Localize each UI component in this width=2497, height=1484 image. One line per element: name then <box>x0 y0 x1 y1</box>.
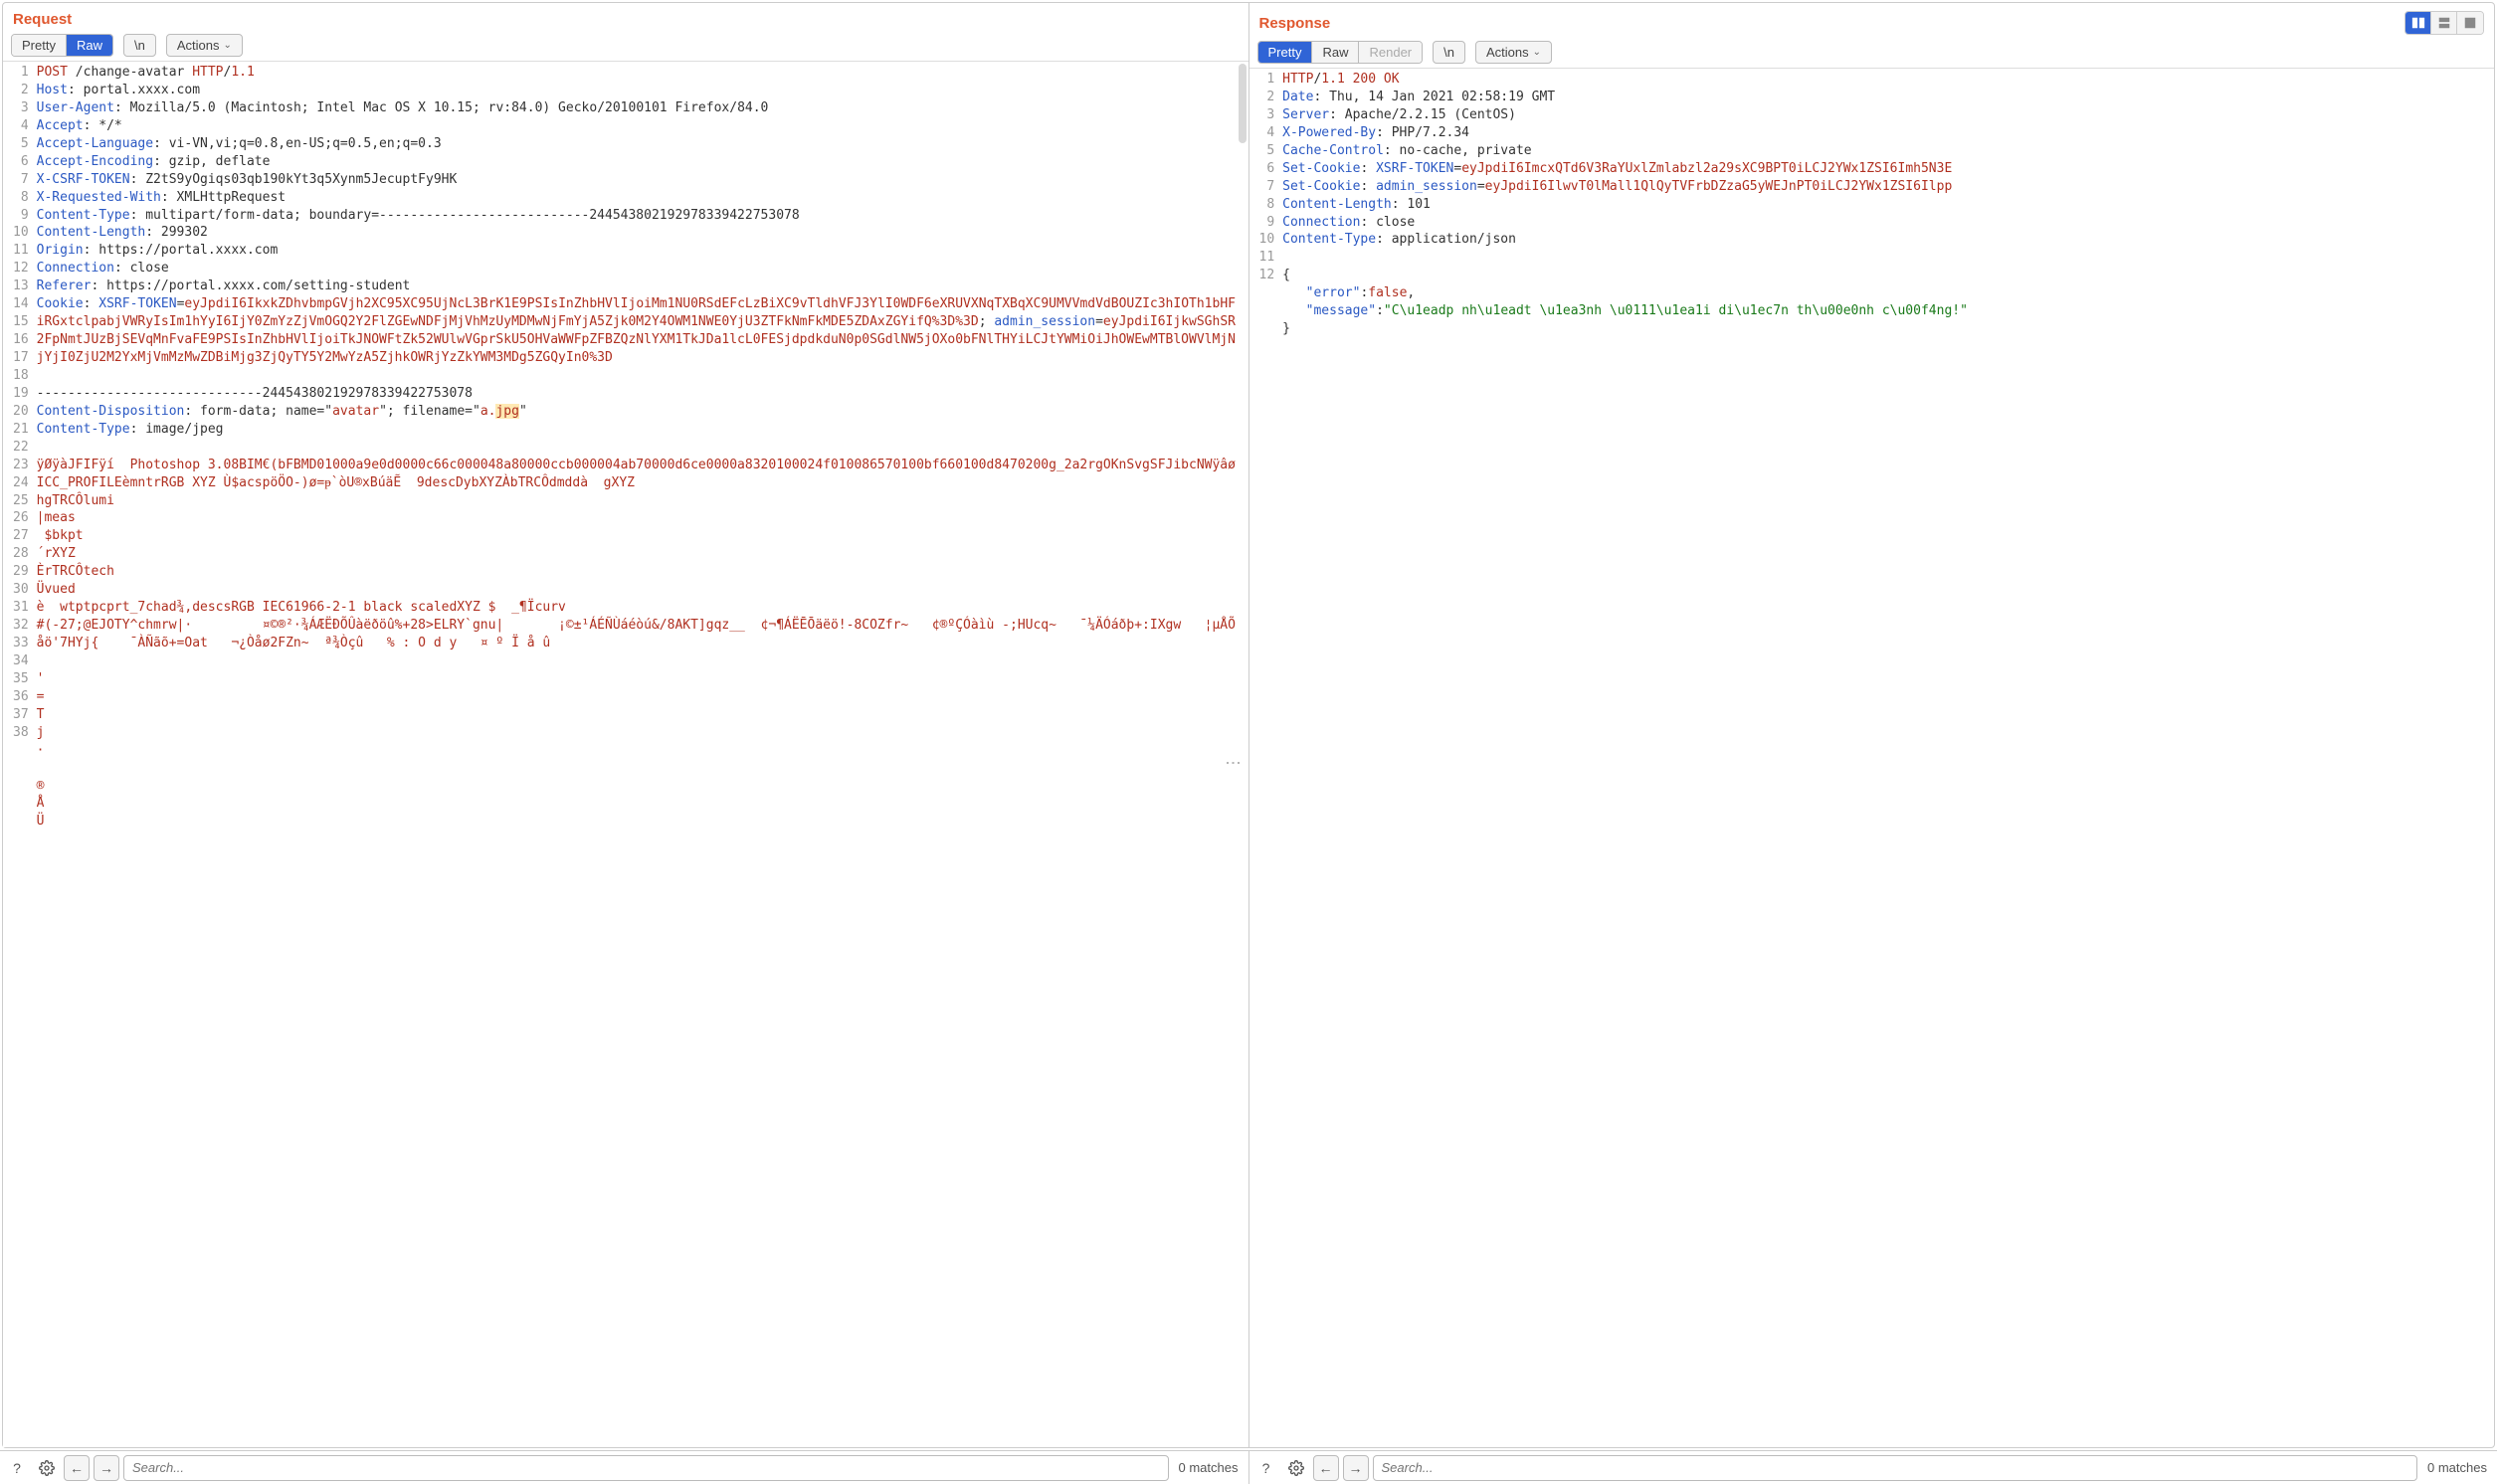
request-match-count: 0 matches <box>1173 1460 1245 1475</box>
scrollbar-thumb[interactable] <box>1239 64 1247 143</box>
response-tab-render[interactable]: Render <box>1359 42 1422 63</box>
layout-combined-button[interactable] <box>2457 12 2483 34</box>
single-icon <box>2463 16 2477 30</box>
request-editor-wrap[interactable]: 1 2 3 4 5 6 7 8 9 10 11 12 13 14 15 16 1… <box>3 61 1248 1447</box>
request-gutter: 1 2 3 4 5 6 7 8 9 10 11 12 13 14 15 16 1… <box>3 62 35 1447</box>
response-code[interactable]: HTTP/1.1 200 OK Date: Thu, 14 Jan 2021 0… <box>1280 69 2494 1447</box>
split-panes: Request Pretty Raw \n Actions ⌄ 1 2 3 4 … <box>2 2 2495 1448</box>
response-search-input[interactable] <box>1373 1455 2418 1481</box>
response-gutter: 1 2 3 4 5 6 7 8 9 10 11 12 <box>1249 69 1281 1447</box>
response-editor-wrap[interactable]: 1 2 3 4 5 6 7 8 9 10 11 12 HTTP/1.1 200 … <box>1249 68 2495 1447</box>
help-icon[interactable]: ? <box>1253 1455 1279 1481</box>
request-actions-menu[interactable]: Actions ⌄ <box>166 34 243 57</box>
help-icon[interactable]: ? <box>4 1455 30 1481</box>
response-newline-toggle[interactable]: \n <box>1433 41 1465 64</box>
chevron-down-icon: ⌄ <box>223 40 231 51</box>
response-match-count: 0 matches <box>2421 1460 2493 1475</box>
gear-icon[interactable] <box>1283 1455 1309 1481</box>
columns-icon <box>2411 16 2425 30</box>
search-next-button[interactable]: → <box>1343 1455 1369 1481</box>
request-tab-pretty[interactable]: Pretty <box>12 35 67 56</box>
layout-columns-button[interactable] <box>2405 12 2431 34</box>
layout-switcher <box>2404 11 2484 35</box>
request-pane: Request Pretty Raw \n Actions ⌄ 1 2 3 4 … <box>3 3 1249 1447</box>
response-tab-raw[interactable]: Raw <box>1312 42 1359 63</box>
request-footer: ? ← → 0 matches <box>0 1451 1249 1484</box>
response-title: Response <box>1259 15 1331 32</box>
request-tab-raw[interactable]: Raw <box>67 35 112 56</box>
request-header: Request <box>3 3 1248 34</box>
response-header: Response <box>1249 3 2495 41</box>
response-actions-menu[interactable]: Actions ⌄ <box>1475 41 1552 64</box>
request-actions-label: Actions <box>177 38 220 53</box>
request-search-input[interactable] <box>123 1455 1169 1481</box>
chevron-down-icon: ⌄ <box>1533 47 1541 58</box>
search-prev-button[interactable]: ← <box>64 1455 90 1481</box>
response-view-tabs: Pretty Raw Render <box>1257 41 1424 64</box>
rows-icon <box>2437 16 2451 30</box>
app-root: Request Pretty Raw \n Actions ⌄ 1 2 3 4 … <box>0 0 2497 1484</box>
response-footer: ? ← → 0 matches <box>1249 1451 2497 1484</box>
kebab-icon[interactable]: ⋮ <box>1224 755 1243 771</box>
response-tab-pretty[interactable]: Pretty <box>1258 42 1313 63</box>
request-editor[interactable]: 1 2 3 4 5 6 7 8 9 10 11 12 13 14 15 16 1… <box>3 62 1248 1447</box>
response-pane: Response Pretty Raw Rend <box>1249 3 2495 1447</box>
response-editor[interactable]: 1 2 3 4 5 6 7 8 9 10 11 12 HTTP/1.1 200 … <box>1249 69 2495 1447</box>
search-prev-button[interactable]: ← <box>1313 1455 1339 1481</box>
response-actions-label: Actions <box>1486 45 1529 60</box>
gear-icon[interactable] <box>34 1455 60 1481</box>
request-title: Request <box>13 11 72 28</box>
response-toolbar: Pretty Raw Render \n Actions ⌄ <box>1249 41 2495 68</box>
footer: ? ← → 0 matches ? ← → 0 matches <box>0 1450 2497 1484</box>
search-next-button[interactable]: → <box>94 1455 119 1481</box>
request-view-tabs: Pretty Raw <box>11 34 113 57</box>
request-newline-toggle[interactable]: \n <box>123 34 156 57</box>
layout-rows-button[interactable] <box>2431 12 2457 34</box>
request-toolbar: Pretty Raw \n Actions ⌄ <box>3 34 1248 61</box>
request-code[interactable]: POST /change-avatar HTTP/1.1 Host: porta… <box>35 62 1248 1447</box>
